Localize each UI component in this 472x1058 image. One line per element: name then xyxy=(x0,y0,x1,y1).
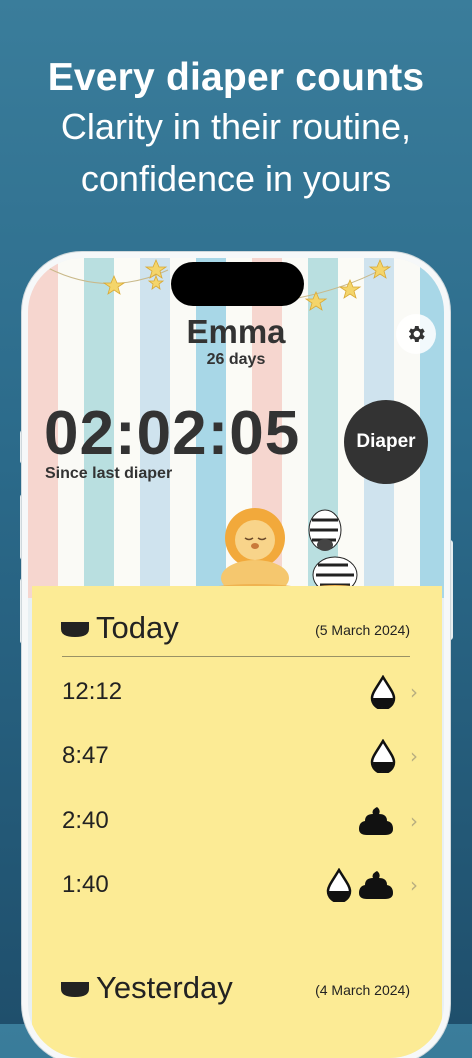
star-icon xyxy=(102,274,126,295)
log-diaper-button[interactable]: Diaper xyxy=(344,400,428,484)
phone-volume-up xyxy=(20,494,26,560)
diaper-log-list[interactable]: Today (5 March 2024) 12:12 › 8:47 › 2:40… xyxy=(32,586,442,1058)
chevron-right-icon: › xyxy=(410,873,418,897)
entry-time: 2:40 xyxy=(62,807,109,834)
phone-frame: Emma 26 days 02:02:05 Since last diaper … xyxy=(28,258,444,1058)
phone-power-button xyxy=(447,540,453,640)
log-entry-row[interactable]: 1:40 › xyxy=(62,865,418,905)
lion-zebra-illustration xyxy=(207,508,363,595)
phone-notch xyxy=(171,262,304,306)
baby-age: 26 days xyxy=(206,351,266,368)
section-date-yesterday: (4 March 2024) xyxy=(315,982,410,998)
star-icon xyxy=(338,278,362,299)
chevron-right-icon: › xyxy=(410,809,418,833)
log-entry-row[interactable]: 12:12 › xyxy=(62,672,418,712)
pee-drop-icon xyxy=(370,675,396,709)
elapsed-timer: 02:02:05 xyxy=(44,399,301,468)
poo-icon xyxy=(359,871,393,899)
entry-type-icons xyxy=(326,868,396,902)
entry-time: 1:40 xyxy=(62,871,109,898)
phone-silent-switch xyxy=(20,430,26,464)
star-icon xyxy=(304,290,328,311)
headline-title: Every diaper counts xyxy=(47,56,425,99)
star-icon xyxy=(368,258,392,279)
log-entry-row[interactable]: 8:47 › xyxy=(62,736,418,776)
section-header-yesterday: Yesterday (4 March 2024) xyxy=(60,966,410,1006)
gear-icon xyxy=(408,326,425,342)
section-date-today: (5 March 2024) xyxy=(315,622,410,638)
timer-caption: Since last diaper xyxy=(45,465,173,482)
entry-type-icons xyxy=(358,805,396,837)
poo-icon xyxy=(359,807,393,835)
headline-line-2: confidence in yours xyxy=(80,158,392,199)
diaper-icon xyxy=(61,622,89,637)
entry-time: 12:12 xyxy=(62,678,123,705)
entry-type-icons xyxy=(370,675,396,709)
star-icon xyxy=(147,274,165,290)
phone-volume-down xyxy=(20,578,26,644)
entry-type-icons xyxy=(370,739,396,773)
log-entry-row[interactable]: 2:40 › xyxy=(62,801,418,841)
lion-figure xyxy=(207,508,303,595)
entry-time: 8:47 xyxy=(62,742,109,769)
chevron-right-icon: › xyxy=(410,744,418,768)
chevron-right-icon: › xyxy=(410,680,418,704)
baby-name: Emma xyxy=(186,313,286,350)
headline-line-1: Clarity in their routine, xyxy=(60,106,412,147)
pee-drop-icon xyxy=(370,739,396,773)
section-title-today: Today xyxy=(96,610,179,645)
section-divider xyxy=(62,656,410,657)
pee-drop-icon xyxy=(326,868,352,902)
settings-button[interactable] xyxy=(396,314,436,354)
headline: Every diaper counts Clarity in their rou… xyxy=(0,55,472,205)
diaper-icon xyxy=(61,982,89,997)
section-header-today: Today (5 March 2024) xyxy=(60,606,410,646)
zebra-figure xyxy=(307,509,363,595)
section-title-yesterday: Yesterday xyxy=(96,970,233,1005)
